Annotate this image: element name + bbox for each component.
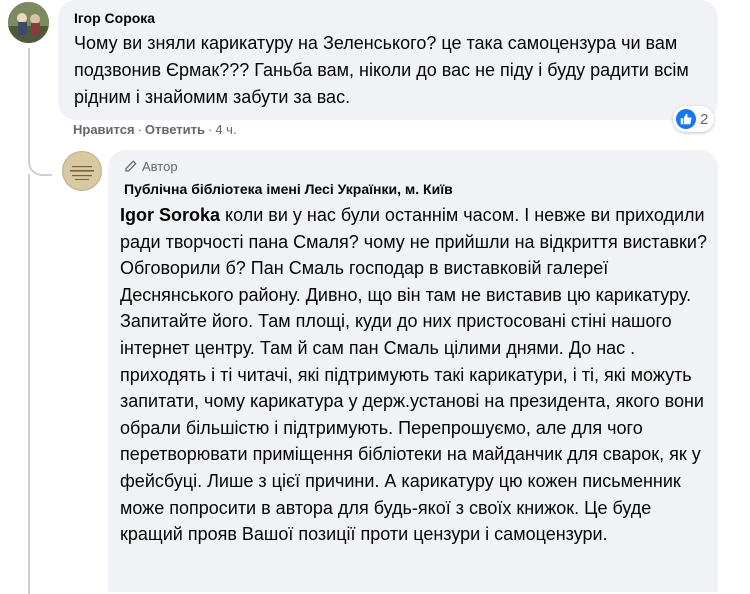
page-avatar[interactable] — [62, 151, 102, 191]
thread-line — [28, 174, 30, 594]
reply-body: коли ви у нас були останнім часом. І нев… — [120, 205, 707, 545]
mention-link[interactable]: Igor Soroka — [120, 205, 220, 225]
author-badge-label: Автор — [142, 159, 178, 174]
author-badge: Автор — [124, 159, 178, 174]
reaction-count-value: 2 — [700, 110, 709, 128]
like-link[interactable]: Нравится — [73, 122, 135, 137]
pencil-icon — [125, 160, 137, 172]
reaction-count[interactable]: 2 — [673, 106, 715, 132]
separator: · — [207, 122, 213, 137]
comment-bubble: Ігор Сорока Чому ви зняли карикатуру на … — [58, 0, 718, 120]
comment-actions: Нравится · Ответить · 4 ч. — [73, 122, 237, 137]
separator: · — [137, 122, 142, 137]
reply-link[interactable]: Ответить — [145, 122, 205, 137]
like-icon — [676, 109, 696, 129]
commenter-avatar[interactable] — [8, 2, 49, 43]
library-logo — [64, 153, 100, 189]
avatar-photo — [8, 2, 49, 43]
comment-text: Чому ви зняли карикатуру на Зеленського?… — [74, 33, 689, 107]
comment-author[interactable]: Ігор Сорока — [74, 10, 155, 26]
thread-connector — [28, 48, 52, 176]
timestamp[interactable]: 4 ч. — [215, 122, 236, 137]
reply-text: Igor Soroka коли ви у нас були останнім … — [120, 202, 712, 548]
reply-bubble: Автор Публічна бібліотека імені Лесі Укр… — [108, 150, 718, 592]
reply-author[interactable]: Публічна бібліотека імені Лесі Українки,… — [124, 181, 453, 197]
